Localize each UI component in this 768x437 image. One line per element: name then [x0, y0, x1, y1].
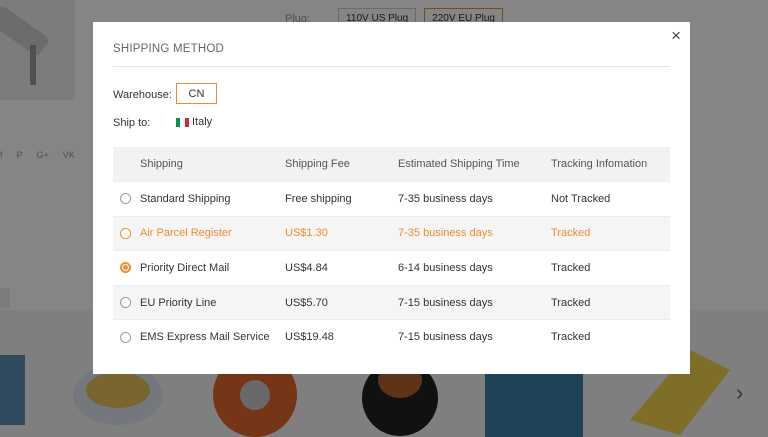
radio-button[interactable]	[120, 227, 131, 239]
shipping-fee: US$5.70	[285, 296, 328, 309]
tracking-info: Tracked	[551, 227, 591, 240]
ship-to-destination[interactable]: Italy	[176, 116, 212, 128]
tracking-info: Tracked	[551, 296, 591, 309]
shipping-fee: US$4.84	[285, 261, 328, 274]
radio-button-selected[interactable]	[120, 262, 131, 274]
warehouse-label: Warehouse:	[113, 89, 172, 101]
radio-button[interactable]	[120, 193, 131, 205]
shipping-time: 6-14 business days	[398, 261, 493, 274]
shipping-method-modal: SHIPPING METHOD × Warehouse: CN Ship to:…	[93, 22, 690, 374]
shipping-method-name: EU Priority Line	[140, 296, 217, 309]
shipping-method-name: Standard Shipping	[140, 192, 231, 205]
title-divider	[113, 66, 670, 67]
shipping-method-name: Priority Direct Mail	[140, 261, 230, 274]
radio-button[interactable]	[120, 331, 131, 343]
table-row[interactable]: Priority Direct Mail US$4.84 6-14 busine…	[113, 250, 670, 285]
table-row[interactable]: Air Parcel Register US$1.30 7-35 busines…	[113, 215, 670, 251]
ship-to-country: Italy	[192, 116, 213, 128]
shipping-method-name: Air Parcel Register	[140, 227, 232, 240]
column-header-time: Estimated Shipping Time	[398, 158, 520, 170]
ship-to-label: Ship to:	[113, 117, 151, 129]
warehouse-select[interactable]: CN	[176, 83, 217, 104]
shipping-time: 7-15 business days	[398, 331, 493, 344]
column-header-shipping: Shipping	[140, 158, 183, 170]
tracking-info: Tracked	[551, 331, 591, 344]
column-header-fee: Shipping Fee	[285, 158, 350, 170]
table-header: Shipping Shipping Fee Estimated Shipping…	[113, 147, 670, 181]
close-icon[interactable]: ×	[671, 27, 681, 44]
shipping-fee: US$19.48	[285, 331, 334, 344]
tracking-info: Tracked	[551, 261, 591, 274]
shipping-time: 7-15 business days	[398, 296, 493, 309]
shipping-fee: Free shipping	[285, 192, 352, 205]
shipping-fee: US$1.30	[285, 227, 328, 240]
shipping-method-name: EMS Express Mail Service	[140, 331, 270, 344]
shipping-time: 7-35 business days	[398, 227, 493, 240]
modal-title: SHIPPING METHOD	[113, 43, 224, 55]
table-row[interactable]: Standard Shipping Free shipping 7-35 bus…	[113, 181, 670, 216]
shipping-options-table: Shipping Shipping Fee Estimated Shipping…	[113, 147, 670, 354]
tracking-info: Not Tracked	[551, 192, 611, 205]
radio-button[interactable]	[120, 297, 131, 309]
italy-flag-icon	[176, 117, 189, 127]
shipping-time: 7-35 business days	[398, 192, 493, 205]
column-header-tracking: Tracking Infomation	[551, 158, 648, 170]
table-row[interactable]: EMS Express Mail Service US$19.48 7-15 b…	[113, 319, 670, 354]
table-row[interactable]: EU Priority Line US$5.70 7-15 business d…	[113, 284, 670, 320]
